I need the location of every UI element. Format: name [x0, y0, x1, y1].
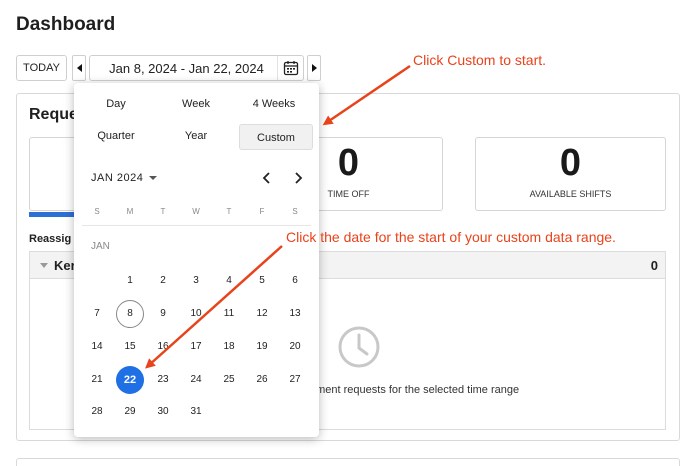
calendar-day[interactable]: 3 [182, 267, 210, 295]
previous-month-button[interactable] [259, 169, 275, 187]
calendar-day[interactable]: 13 [281, 300, 309, 328]
calendar-day[interactable]: 30 [149, 398, 177, 426]
calendar-day[interactable]: 20 [281, 333, 309, 361]
empty-state-text: nment requests for the selected time ran… [310, 384, 520, 396]
weekday-label: T [226, 207, 232, 216]
weekday-label: F [259, 207, 265, 216]
preset-day[interactable]: Day [86, 93, 146, 115]
chevron-left-icon [262, 172, 270, 184]
bottom-card [16, 458, 680, 466]
next-range-button[interactable] [307, 55, 321, 81]
calendar-day[interactable]: 12 [248, 300, 276, 328]
calendar-day[interactable]: 4 [215, 267, 243, 295]
group-count: 0 [650, 258, 658, 273]
calendar-day[interactable]: 7 [83, 300, 111, 328]
calendar-day[interactable]: 2 [149, 267, 177, 295]
calendar-day-selected[interactable]: 22 [116, 366, 144, 394]
chevron-right-icon [295, 172, 303, 184]
month-selector[interactable]: JAN 2024 [91, 172, 158, 184]
date-range-picker[interactable]: Jan 8, 2024 - Jan 22, 2024 [89, 55, 304, 81]
calendar-day[interactable]: 17 [182, 333, 210, 361]
calendar-day[interactable]: 11 [215, 300, 243, 328]
calendar-icon[interactable] [277, 56, 303, 80]
date-picker-popover: Day Week 4 Weeks Quarter Year Custom JAN… [74, 83, 319, 437]
weekday-label: S [292, 207, 298, 216]
weekday-label: W [192, 207, 200, 216]
preset-year[interactable]: Year [166, 125, 226, 147]
requests-title: Reque [29, 106, 78, 123]
stat-label: AVAILABLE SHIFTS [529, 189, 612, 199]
stat-box-available-shifts[interactable]: 0 AVAILABLE SHIFTS [475, 137, 666, 211]
calendar-day[interactable]: 25 [215, 366, 243, 394]
date-range-text: Jan 8, 2024 - Jan 22, 2024 [109, 60, 264, 76]
calendar-day[interactable]: 15 [116, 333, 144, 361]
calendar-day[interactable]: 6 [281, 267, 309, 295]
preset-week[interactable]: Week [166, 93, 226, 115]
today-button[interactable]: TODAY [16, 55, 67, 81]
calendar-day[interactable]: 31 [182, 398, 210, 426]
calendar-day[interactable]: 18 [215, 333, 243, 361]
annotation-date-hint: Click the date for the start of your cus… [286, 229, 616, 245]
preset-quarter[interactable]: Quarter [86, 125, 146, 147]
calendar-day[interactable]: 1 [116, 267, 144, 295]
stat-value: 0 [559, 142, 582, 184]
clock-icon [338, 326, 380, 368]
calendar-day[interactable]: 23 [149, 366, 177, 394]
caret-down-icon [149, 176, 158, 180]
annotation-custom-hint: Click Custom to start. [413, 52, 547, 68]
calendar-day[interactable]: 28 [83, 398, 111, 426]
calendar-day[interactable]: 5 [248, 267, 276, 295]
caret-down-icon[interactable] [40, 263, 48, 268]
triangle-left-icon [76, 64, 82, 72]
preset-4-weeks[interactable]: 4 Weeks [244, 93, 304, 115]
weekday-separator [82, 225, 311, 226]
calendar-day[interactable]: 14 [83, 333, 111, 361]
preset-custom[interactable]: Custom [239, 124, 313, 150]
previous-range-button[interactable] [72, 55, 86, 81]
page-title: Dashboard [16, 14, 116, 35]
calendar-day[interactable]: 10 [182, 300, 210, 328]
next-month-button[interactable] [290, 169, 306, 187]
weekday-label: S [94, 207, 100, 216]
calendar-day[interactable]: 27 [281, 366, 309, 394]
calendar-day[interactable]: 24 [182, 366, 210, 394]
calendar-day[interactable]: 16 [149, 333, 177, 361]
calendar-day[interactable]: 29 [116, 398, 144, 426]
weekday-label: T [160, 207, 166, 216]
triangle-right-icon [311, 64, 317, 72]
reassign-section-label: Reassig [29, 233, 72, 245]
calendar-day[interactable]: 8 [116, 300, 144, 328]
calendar-day[interactable]: 9 [149, 300, 177, 328]
weekday-label: M [126, 207, 134, 216]
group-name: Ker [54, 258, 76, 273]
month-label: JAN 2024 [91, 172, 144, 184]
calendar-day[interactable]: 26 [248, 366, 276, 394]
month-sub-label: JAN [91, 241, 110, 252]
calendar-day[interactable]: 19 [248, 333, 276, 361]
calendar-day[interactable]: 21 [83, 366, 111, 394]
